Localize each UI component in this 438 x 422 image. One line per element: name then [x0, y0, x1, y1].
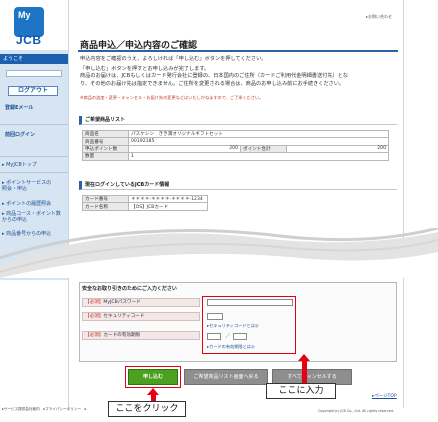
sidebar-item-course-apply[interactable]: ▸ 商品コース・ポイント数 からの申込: [2, 211, 61, 223]
table-row: カード名称 【OS】JCBカード: [82, 202, 208, 211]
divider: [0, 172, 68, 173]
card-number: ＊＊＊＊-＊＊＊＊-＊＊＊＊-1234: [128, 194, 208, 204]
order-label: 申込ポイント数: [82, 144, 129, 154]
click-here-callout: ここをクリック: [108, 401, 186, 417]
card-table: カード番号 ＊＊＊＊-＊＊＊＊-＊＊＊＊-1234 カード名称 【OS】JCBカ…: [82, 194, 208, 211]
welcome-bar: ようこそ: [0, 54, 68, 64]
copyright-text: Copyright(c) JCB Co., Ltd. All rights re…: [318, 409, 395, 413]
table-row: 商品番号 00192185: [82, 137, 389, 146]
decorative-wave: [0, 228, 438, 278]
back-to-list-button[interactable]: ご希望商品リスト画面へ戻る: [184, 369, 268, 385]
security-code-label: 【必須】セキュリティコード: [82, 312, 200, 321]
page-top-link[interactable]: ▸ページTOP: [372, 393, 397, 399]
notice-text: ※商品の追加・変更・キャンセル・お届け先の変更などはいたしかねますので、ご了承く…: [80, 95, 264, 100]
points-total: 200: [286, 144, 389, 154]
order-section-heading: ご希望商品リスト: [79, 116, 397, 125]
card-label: カード名称: [82, 202, 129, 211]
expiry-label: 【必須】カードの有効期限: [82, 331, 200, 340]
enter-here-callout: ここに入力: [266, 383, 336, 399]
apply-points: 200: [128, 144, 241, 154]
order-label: 商品番号: [82, 137, 129, 146]
intro-text: 申込内容をご確認のうえ、よろしければ「申し込む」ボタンを押してください。 「申し…: [80, 56, 398, 88]
divider: [0, 156, 68, 157]
order-label: 商品名: [82, 129, 129, 139]
intro-line: 申込内容をご確認のうえ、よろしければ「申し込む」ボタンを押してください。: [80, 56, 267, 62]
order-label: ポイント合計: [240, 144, 287, 154]
table-row: 数量 1: [82, 152, 389, 161]
order-table: 商品名 パスケシン きき満オリジナルギフトセット 商品番号 00192185 申…: [82, 129, 389, 161]
order-label: 数量: [82, 152, 129, 161]
field-label: MyJCBパスワード: [103, 300, 141, 305]
registered-email-label: 登録Eメール: [5, 105, 34, 111]
intro-line: 商品のお届けは、JCBもしくはカード発行会社に登録の、日本国内のご住所（カードご…: [80, 73, 348, 80]
arrow-up-icon: [147, 388, 159, 395]
product-number: 00192185: [128, 137, 389, 146]
sidebar-item-point-service[interactable]: ▸ ポイントサービスの 照会・申込: [2, 180, 51, 192]
logo-text-my: My: [18, 10, 31, 20]
logout-button[interactable]: ログアウト: [8, 86, 58, 96]
table-row: カード番号 ＊＊＊＊-＊＊＊＊-＊＊＊＊-1234: [82, 194, 208, 204]
field-label: セキュリティコード: [103, 314, 145, 319]
arrow-up-icon: [298, 354, 310, 361]
password-label: 【必須】MyJCBパスワード: [82, 298, 200, 307]
table-row: 申込ポイント数 200 ポイント合計 200: [82, 144, 389, 154]
card-name: 【OS】JCBカード: [128, 202, 208, 211]
required-tag: 【必須】: [85, 300, 104, 305]
field-label: カードの有効期限: [103, 333, 141, 338]
inquiry-link[interactable]: ▸お問い合わせ: [366, 14, 392, 20]
title-underline: [78, 50, 398, 52]
card-section-heading: 現在ログインしているJCBカード情報: [79, 181, 397, 190]
sidebar-item-myjcb-top[interactable]: ▸ MyJCBトップ: [2, 161, 37, 168]
member-name-box: [6, 70, 62, 77]
intro-line: り、その他のお届け先は指定できません。ご住所を変更される場合は、商品のお申し込み…: [80, 80, 345, 87]
table-row: 商品名 パスケシン きき満オリジナルギフトセット: [82, 129, 389, 139]
required-tag: 【必須】: [85, 314, 104, 319]
arrow-stem: [301, 361, 307, 383]
required-tag: 【必須】: [85, 333, 104, 338]
product-name: パスケシン きき満オリジナルギフトセット: [128, 129, 389, 139]
sidebar: My JCB ようこそ ログアウト 登録Eメール 前回ログイン ▸ MyJCBト…: [0, 0, 68, 422]
footer-links[interactable]: ▸サービス提供会社案内 ▸プライバシーポリシー ▸: [2, 407, 86, 412]
divider: [0, 124, 68, 125]
logo-text-jcb: JCB: [16, 33, 42, 47]
security-heading: 安全なお取り引きのためにご入力ください: [82, 286, 177, 292]
quantity: 1: [128, 152, 389, 161]
previous-login-label: 前回ログイン: [5, 132, 36, 138]
card-label: カード番号: [82, 194, 129, 204]
sidebar-item-point-history[interactable]: ▸ ポイントの履歴照会: [2, 200, 51, 207]
input-highlight-frame: [202, 296, 296, 354]
apply-button[interactable]: 申し込む: [128, 369, 178, 385]
